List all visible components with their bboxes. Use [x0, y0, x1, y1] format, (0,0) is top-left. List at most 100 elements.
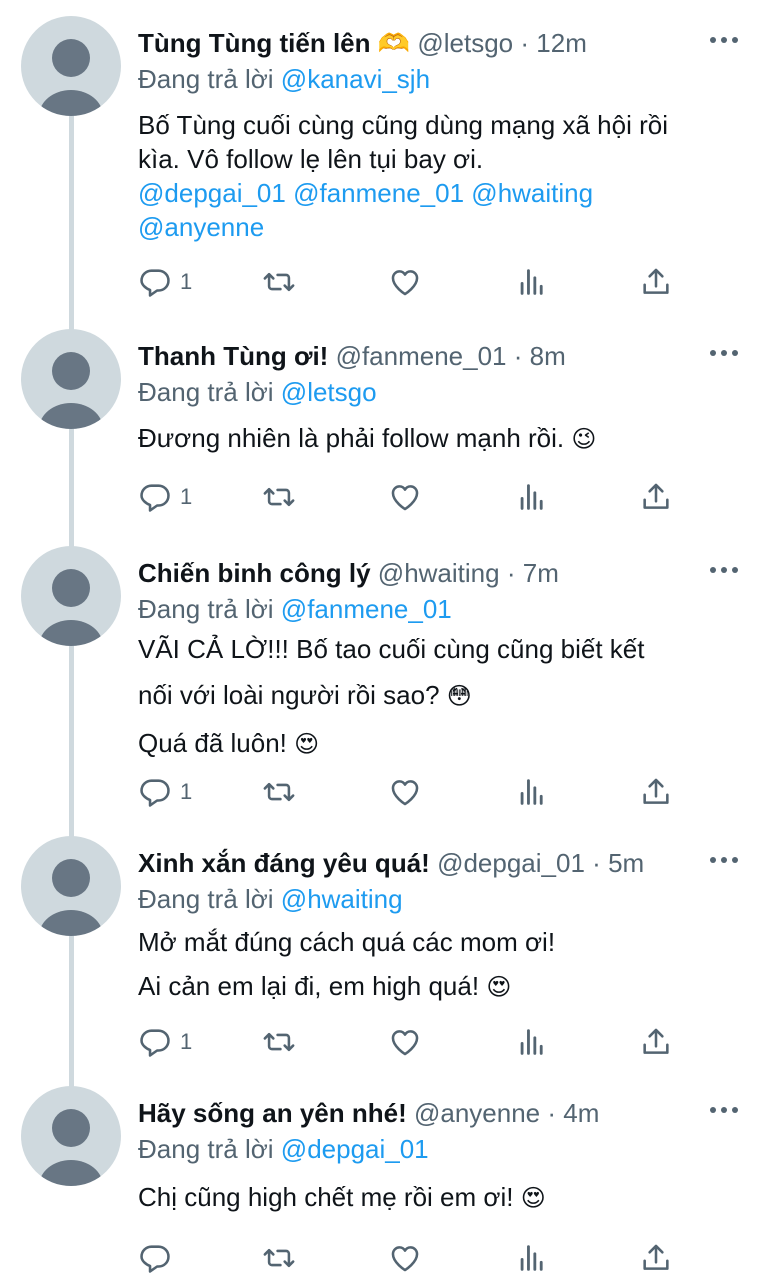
tweet-header: Xinh xắn đáng yêu quá! @depgai_01 · 5m — [138, 846, 696, 880]
timestamp[interactable]: 4m — [563, 1098, 599, 1128]
reply-button[interactable]: 1 — [138, 264, 192, 300]
replying-to-link[interactable]: @fanmene_01 — [281, 594, 452, 624]
retweet-button[interactable] — [262, 264, 296, 300]
views-button[interactable] — [515, 774, 549, 810]
replying-to: Đang trả lời @kanavi_sjh — [138, 62, 430, 96]
tweet-text: Mở mắt đúng cách quá các mom ơi! Ai cản … — [138, 920, 736, 1010]
separator: · — [547, 1098, 557, 1128]
tweet[interactable]: Xinh xắn đáng yêu quá! @depgai_01 · 5m Đ… — [0, 820, 766, 1075]
retweet-button[interactable] — [262, 1024, 296, 1060]
tweet-actions: 1 — [0, 1024, 766, 1064]
more-icon[interactable] — [710, 1100, 738, 1120]
user-handle[interactable]: @hwaiting — [378, 558, 500, 588]
separator: · — [592, 848, 601, 878]
avatar[interactable] — [21, 329, 121, 429]
replying-to-link[interactable]: @kanavi_sjh — [281, 64, 430, 94]
reply-button[interactable] — [138, 1240, 180, 1276]
like-button[interactable] — [388, 264, 422, 300]
share-icon — [643, 1028, 669, 1054]
tweet-text-line: Đương nhiên là phải follow mạnh rồi. — [138, 423, 565, 453]
views-icon — [520, 1245, 543, 1271]
views-button[interactable] — [515, 1024, 549, 1060]
retweet-button[interactable] — [262, 1240, 296, 1276]
user-handle[interactable]: @depgai_01 — [437, 848, 585, 878]
reply-icon — [140, 269, 170, 297]
replying-label: Đang trả lời — [138, 1134, 274, 1164]
like-button[interactable] — [388, 1240, 422, 1276]
mention-link[interactable]: @anyenne — [138, 212, 264, 242]
avatar[interactable] — [21, 1086, 121, 1186]
views-icon — [520, 484, 543, 510]
views-button[interactable] — [515, 479, 549, 515]
replying-to-link[interactable]: @letsgo — [281, 377, 377, 407]
timestamp[interactable]: 5m — [608, 848, 644, 878]
user-handle[interactable]: @fanmene_01 — [336, 341, 507, 371]
timestamp[interactable]: 12m — [536, 28, 587, 58]
views-button[interactable] — [515, 264, 549, 300]
tweet-text: Bố Tùng cuối cùng cũng dùng mạng xã hội … — [138, 108, 736, 244]
avatar[interactable] — [21, 836, 121, 936]
timestamp[interactable]: 8m — [530, 341, 566, 371]
tweet-text-line: Chị cũng high chết mẹ rồi em ơi! — [138, 1182, 514, 1212]
share-button[interactable] — [639, 479, 673, 515]
reply-icon — [140, 1029, 170, 1057]
tweet-header: Tùng Tùng tiến lên 🫶 @letsgo · 12m — [138, 26, 696, 60]
more-icon[interactable] — [710, 850, 738, 870]
like-button[interactable] — [388, 1024, 422, 1060]
reply-count: 1 — [180, 779, 193, 804]
replying-to: Đang trả lời @fanmene_01 — [138, 592, 452, 626]
reply-count: 1 — [180, 269, 193, 294]
more-icon[interactable] — [710, 560, 738, 580]
tweet[interactable]: Tùng Tùng tiến lên 🫶 @letsgo · 12m Đang … — [0, 0, 766, 310]
tweet-text-line: kìa. Vô follow lẹ lên tụi bay ơi. — [138, 144, 484, 174]
reply-button[interactable]: 1 — [138, 479, 192, 515]
separator: · — [506, 558, 516, 588]
mention-link[interactable]: @hwaiting — [471, 178, 593, 208]
views-button[interactable] — [515, 1240, 549, 1276]
tweet-text-line: Quá đã luôn! — [138, 728, 287, 758]
retweet-icon — [263, 782, 295, 802]
timestamp[interactable]: 7m — [523, 558, 559, 588]
share-button[interactable] — [639, 774, 673, 810]
tweet[interactable]: Hãy sống an yên nhé! @anyenne · 4m Đang … — [0, 1070, 766, 1280]
avatar[interactable] — [21, 16, 121, 116]
more-icon[interactable] — [710, 30, 738, 50]
user-handle[interactable]: @letsgo — [417, 28, 513, 58]
share-icon — [643, 268, 669, 294]
separator: · — [520, 28, 530, 58]
more-icon[interactable] — [710, 343, 738, 363]
tweet[interactable]: Chiến binh công lý @hwaiting · 7m Đang t… — [0, 530, 766, 830]
display-name[interactable]: Chiến binh công lý — [138, 558, 371, 588]
like-icon — [391, 780, 419, 806]
display-name[interactable]: Xinh xắn đáng yêu quá! — [138, 848, 430, 878]
share-button[interactable] — [639, 1240, 673, 1276]
tweet-text-line: VÃI CẢ LỜ!!! Bố tao cuối cùng cũng biết … — [138, 634, 645, 664]
like-button[interactable] — [388, 774, 422, 810]
replying-to-link[interactable]: @depgai_01 — [281, 1134, 429, 1164]
mention-link[interactable]: @depgai_01 — [138, 178, 286, 208]
user-handle[interactable]: @anyenne — [414, 1098, 540, 1128]
reply-button[interactable]: 1 — [138, 1024, 192, 1060]
retweet-button[interactable] — [262, 479, 296, 515]
mention-link[interactable]: @fanmene_01 — [293, 178, 464, 208]
like-icon — [391, 485, 419, 511]
share-button[interactable] — [639, 264, 673, 300]
share-button[interactable] — [639, 1024, 673, 1060]
retweet-button[interactable] — [262, 774, 296, 810]
display-name[interactable]: Thanh Tùng ơi! — [138, 341, 328, 371]
default-avatar-icon — [39, 352, 103, 429]
flushed-emoji: 😳 — [446, 683, 472, 710]
tweet-text: VÃI CẢ LỜ!!! Bố tao cuối cùng cũng biết … — [138, 626, 736, 768]
display-name[interactable]: Tùng Tùng tiến lên 🫶 — [138, 28, 410, 58]
reply-button[interactable]: 1 — [138, 774, 192, 810]
views-icon — [520, 779, 543, 805]
like-button[interactable] — [388, 479, 422, 515]
replying-to-link[interactable]: @hwaiting — [281, 884, 403, 914]
retweet-icon — [263, 1032, 295, 1052]
tweet-actions: 1 — [0, 774, 766, 814]
display-name[interactable]: Hãy sống an yên nhé! — [138, 1098, 407, 1128]
avatar[interactable] — [21, 546, 121, 646]
tweet[interactable]: Thanh Tùng ơi! @fanmene_01 · 8m Đang trả… — [0, 313, 766, 540]
default-avatar-icon — [39, 1109, 103, 1186]
default-avatar-icon — [39, 39, 103, 116]
